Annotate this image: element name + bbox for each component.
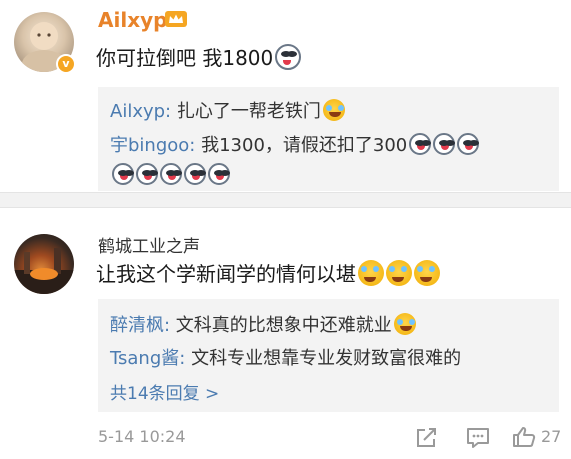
comment-text: 你可拉倒吧 我1800 — [96, 42, 302, 71]
reply-author[interactable]: Tsang酱 — [110, 348, 179, 369]
reply-text: 扎心了一帮老铁门 — [171, 101, 321, 122]
comment-icon[interactable] — [466, 427, 490, 449]
doge-emoji-icon — [136, 163, 158, 185]
avatar[interactable] — [14, 234, 74, 294]
verified-badge-icon: v — [56, 54, 76, 74]
like-count: 27 — [541, 427, 562, 446]
doge-emoji-icon — [457, 133, 480, 155]
reply-author[interactable]: 醉清枫 — [110, 315, 164, 336]
doge-emoji-icon — [160, 163, 182, 185]
username[interactable]: 鹤城工业之声 — [98, 232, 200, 257]
laugh-cry-emoji-icon — [322, 99, 345, 121]
reply-text: 文科真的比想象中还难就业 — [170, 315, 392, 336]
reply-box-1[interactable]: Ailxyp: 扎心了一帮老铁门 宇bingoo: 我1300，请假还扣了300 — [98, 87, 559, 191]
reply-item[interactable]: 宇bingoo: 我1300，请假还扣了300 — [110, 131, 480, 157]
reply-author[interactable]: Ailxyp — [110, 101, 165, 122]
more-replies-link[interactable]: 共14条回复 > — [110, 379, 219, 404]
reply-item[interactable]: Tsang酱: 文科专业想靠专业发财致富很难的 — [110, 344, 461, 370]
doge-emoji-icon — [112, 163, 134, 185]
reply-author[interactable]: 宇bingoo — [110, 135, 189, 156]
reply-item[interactable]: Ailxyp: 扎心了一帮老铁门 — [110, 97, 345, 123]
doge-emoji-icon — [184, 163, 206, 185]
reply-box-2[interactable]: 醉清枫: 文科真的比想象中还难就业 Tsang酱: 文科专业想靠专业发财致富很难… — [98, 299, 559, 412]
comment-divider — [0, 192, 571, 208]
laugh-cry-emoji-icon — [393, 313, 416, 335]
laugh-cry-emoji-icon — [386, 260, 412, 286]
reply-emoji-row — [110, 163, 230, 186]
reply-item[interactable]: 醉清枫: 文科真的比想象中还难就业 — [110, 311, 416, 337]
reply-text: 我1300，请假还扣了300 — [195, 135, 408, 156]
share-icon[interactable] — [415, 427, 439, 449]
doge-emoji-icon — [433, 133, 456, 155]
doge-emoji-icon — [208, 163, 230, 185]
doge-emoji-icon — [275, 44, 302, 70]
timestamp: 5-14 10:24 — [98, 427, 186, 446]
laugh-cry-emoji-icon — [414, 260, 440, 286]
doge-emoji-icon — [409, 133, 432, 155]
like-thumb-icon[interactable] — [512, 426, 536, 448]
username[interactable]: Ailxyp — [98, 8, 167, 32]
vip-crown-icon — [165, 11, 187, 27]
laugh-cry-emoji-icon — [358, 260, 384, 286]
comment-text: 让我这个学新闻学的情何以堪 — [96, 258, 440, 287]
reply-text: 文科专业想靠专业发财致富很难的 — [185, 348, 462, 369]
